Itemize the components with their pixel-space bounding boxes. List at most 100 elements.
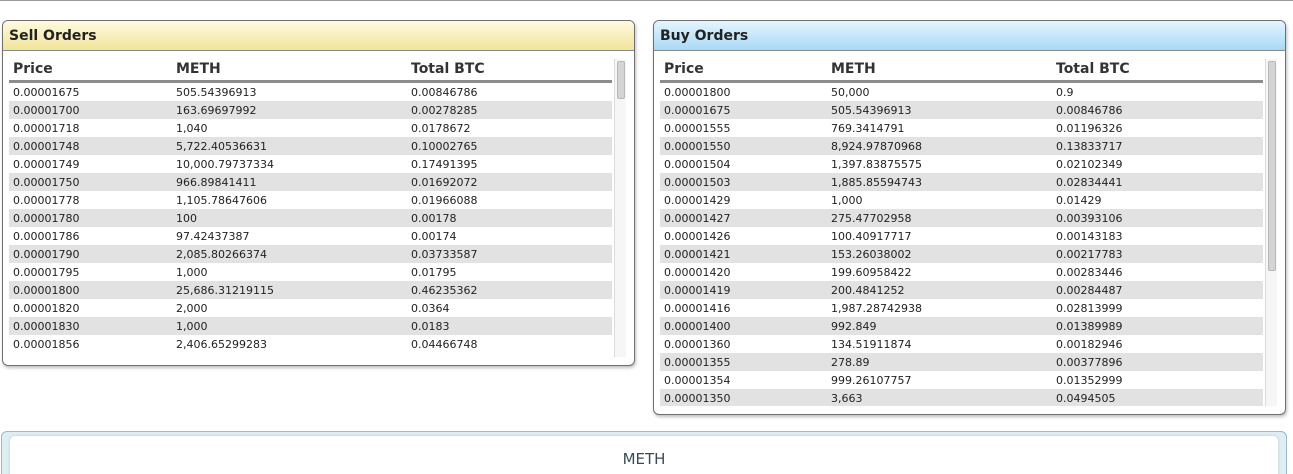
order-row[interactable]: 0.00001350 3,663 0.0494505 [660,389,1263,406]
sell-orders-panel: Sell Orders Price METH Total BTC 0.00001… [2,20,635,366]
order-row[interactable]: 0.00001749 10,000.79737334 0.17491395 [9,155,612,173]
order-meth-amount: 278.89 [831,355,870,369]
sell-orders-title: Sell Orders [3,21,634,51]
order-meth-amount: 2,406.65299283 [176,337,267,351]
order-row[interactable]: 0.00001795 1,000 0.01795 [9,263,612,281]
buy-orders-body: 0.00001800 50,000 0.9 0.00001675 505.5439691… [660,83,1263,406]
order-row[interactable]: 0.00001503 1,885.85594743 0.02834441 [660,173,1263,191]
order-price: 0.00001429 [664,193,731,207]
column-header-meth[interactable]: METH [827,61,1052,77]
market-panel: METH [1,431,1287,474]
order-price: 0.00001778 [13,193,80,207]
order-total-btc: 0.00182946 [1056,337,1123,351]
order-price: 0.00001427 [664,211,731,225]
order-meth-amount: 505.54396913 [831,103,912,117]
order-total-btc: 0.0183 [411,319,450,333]
order-total-btc: 0.13833717 [1056,139,1123,153]
column-header-meth[interactable]: METH [172,61,407,77]
order-row[interactable]: 0.00001360 134.51911874 0.00182946 [660,335,1263,353]
order-meth-amount: 8,924.97870968 [831,139,922,153]
buy-orders-scroll-thumb[interactable] [1268,61,1276,271]
order-price: 0.00001503 [664,175,731,189]
order-total-btc: 0.01389989 [1056,319,1123,333]
order-total-btc: 0.01429 [1056,193,1102,207]
order-total-btc: 0.0494505 [1056,391,1116,405]
order-row[interactable]: 0.00001786 97.42437387 0.00174 [9,227,612,245]
order-price: 0.00001800 [13,283,80,297]
order-row[interactable]: 0.00001427 275.47702958 0.00393106 [660,209,1263,227]
order-price: 0.00001675 [13,85,80,99]
order-row[interactable]: 0.00001550 8,924.97870968 0.13833717 [660,137,1263,155]
order-row[interactable]: 0.00001504 1,397.83875575 0.02102349 [660,155,1263,173]
order-total-btc: 0.00846786 [411,85,478,99]
sell-orders-body: 0.00001675 505.54396913 0.00846786 0.000017… [9,83,612,353]
order-row[interactable]: 0.00001421 153.26038002 0.00217783 [660,245,1263,263]
order-row[interactable]: 0.00001426 100.40917717 0.00143183 [660,227,1263,245]
order-row[interactable]: 0.00001820 2,000 0.0364 [9,299,612,317]
order-price: 0.00001504 [664,157,731,171]
order-price: 0.00001800 [664,85,731,99]
order-row[interactable]: 0.00001675 505.54396913 0.00846786 [660,101,1263,119]
order-price: 0.00001421 [664,247,731,261]
order-meth-amount: 1,105.78647606 [176,193,267,207]
order-total-btc: 0.02102349 [1056,157,1123,171]
order-meth-amount: 2,000 [176,301,208,315]
order-row[interactable]: 0.00001700 163.69697992 0.00278285 [9,101,612,119]
order-total-btc: 0.02834441 [1056,175,1123,189]
order-meth-amount: 1,885.85594743 [831,175,922,189]
order-row[interactable]: 0.00001830 1,000 0.0183 [9,317,612,335]
sell-orders-scroll-thumb[interactable] [617,61,625,99]
order-total-btc: 0.10002765 [411,139,478,153]
order-total-btc: 0.9 [1056,85,1074,99]
buy-orders-scrollbar[interactable] [1265,59,1277,406]
order-row[interactable]: 0.00001718 1,040 0.0178672 [9,119,612,137]
order-row[interactable]: 0.00001748 5,722.40536631 0.10002765 [9,137,612,155]
top-divider [0,0,1293,1]
order-meth-amount: 1,000 [176,265,208,279]
order-meth-amount: 199.60958422 [831,265,912,279]
order-row[interactable]: 0.00001355 278.89 0.00377896 [660,353,1263,371]
order-total-btc: 0.04466748 [411,337,478,351]
order-row[interactable]: 0.00001354 999.26107757 0.01352999 [660,371,1263,389]
market-panel-title: METH [622,450,666,468]
order-row[interactable]: 0.00001778 1,105.78647606 0.01966088 [9,191,612,209]
order-row[interactable]: 0.00001420 199.60958422 0.00283446 [660,263,1263,281]
order-row[interactable]: 0.00001800 50,000 0.9 [660,83,1263,101]
order-row[interactable]: 0.00001419 200.4841252 0.00284487 [660,281,1263,299]
order-price: 0.00001350 [664,391,731,405]
order-meth-amount: 50,000 [831,85,870,99]
order-row[interactable]: 0.00001800 25,686.31219115 0.46235362 [9,281,612,299]
order-row[interactable]: 0.00001790 2,085.80266374 0.03733587 [9,245,612,263]
order-row[interactable]: 0.00001429 1,000 0.01429 [660,191,1263,209]
order-price: 0.00001856 [13,337,80,351]
order-meth-amount: 769.3414791 [831,121,905,135]
order-total-btc: 0.00174 [411,229,457,243]
order-price: 0.00001820 [13,301,80,315]
sell-orders-table: Price METH Total BTC 0.00001675 505.54396… [9,59,612,357]
sell-orders-scrollbar[interactable] [614,59,626,357]
column-header-total-btc[interactable]: Total BTC [1052,61,1252,77]
order-meth-amount: 1,000 [831,193,863,207]
order-row[interactable]: 0.00001400 992.849 0.01389989 [660,317,1263,335]
order-row[interactable]: 0.00001675 505.54396913 0.00846786 [9,83,612,101]
order-price: 0.00001420 [664,265,731,279]
market-panel-inner: METH [10,436,1278,474]
order-total-btc: 0.01966088 [411,193,478,207]
column-header-price[interactable]: Price [9,61,172,77]
order-row[interactable]: 0.00001750 966.89841411 0.01692072 [9,173,612,191]
order-row[interactable]: 0.00001555 769.3414791 0.01196326 [660,119,1263,137]
column-header-total-btc[interactable]: Total BTC [407,61,607,77]
order-total-btc: 0.01692072 [411,175,478,189]
order-row[interactable]: 0.00001780 100 0.00178 [9,209,612,227]
order-meth-amount: 2,085.80266374 [176,247,267,261]
buy-orders-table: Price METH Total BTC 0.00001800 50,000 0.9… [660,59,1263,406]
order-price: 0.00001700 [13,103,80,117]
order-meth-amount: 5,722.40536631 [176,139,267,153]
order-row[interactable]: 0.00001856 2,406.65299283 0.04466748 [9,335,612,353]
order-price: 0.00001790 [13,247,80,261]
order-meth-amount: 1,000 [176,319,208,333]
order-total-btc: 0.00393106 [1056,211,1123,225]
column-header-price[interactable]: Price [660,61,827,77]
order-row[interactable]: 0.00001416 1,987.28742938 0.02813999 [660,299,1263,317]
buy-orders-title: Buy Orders [654,21,1285,51]
